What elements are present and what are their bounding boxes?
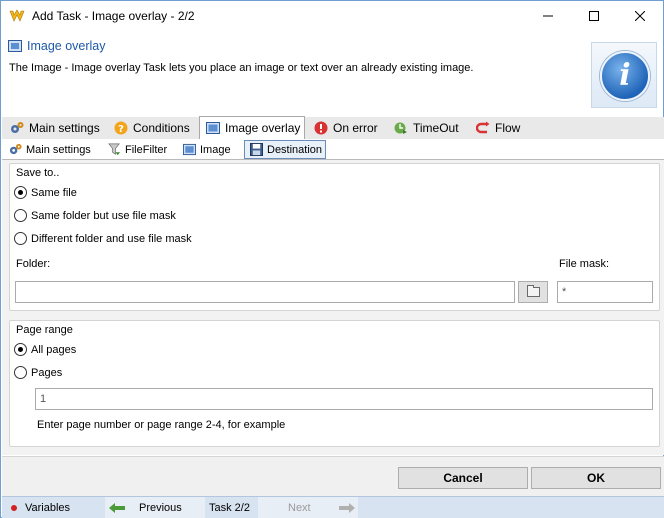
header-title: Image overlay	[27, 39, 106, 53]
radio-button[interactable]	[14, 186, 27, 199]
next-button[interactable]: Next	[258, 497, 358, 518]
image-icon	[206, 122, 220, 134]
minimize-button[interactable]	[525, 1, 571, 31]
tab-flow[interactable]: Flow	[470, 117, 530, 139]
cancel-button[interactable]: Cancel	[398, 467, 528, 489]
sub-tab-strip: Main settings FileFilter Image Destinati…	[2, 139, 664, 160]
disk-icon	[250, 143, 263, 156]
gears-icon	[9, 143, 22, 155]
radio-label: Same folder but use file mask	[31, 209, 176, 222]
radio-all-pages[interactable]: All pages	[14, 343, 76, 356]
radio-label: Same file	[31, 186, 77, 199]
close-button[interactable]	[617, 1, 663, 31]
subtab-destination[interactable]: Destination	[244, 140, 326, 159]
page-range-title: Page range	[16, 324, 73, 336]
radio-pages[interactable]: Pages	[14, 366, 62, 379]
save-to-title: Save to..	[16, 167, 60, 179]
folder-label: Folder:	[16, 258, 51, 270]
next-label: Next	[288, 501, 311, 514]
add-task-window: Add Task - Image overlay - 2/2 Image ove…	[0, 0, 664, 518]
svg-text:?: ?	[118, 124, 124, 135]
tab-label: Image overlay	[225, 121, 301, 135]
window-title: Add Task - Image overlay - 2/2	[32, 9, 195, 23]
app-logo-icon	[9, 9, 25, 22]
gears-icon	[11, 122, 24, 133]
variables-label: Variables	[25, 501, 71, 514]
pages-input[interactable]: 1	[35, 388, 653, 410]
folder-icon	[526, 285, 540, 297]
question-icon: ?	[114, 121, 128, 135]
tab-label: On error	[333, 121, 378, 135]
browse-folder-button[interactable]	[518, 281, 548, 303]
tab-main-settings[interactable]: Main settings	[4, 117, 106, 139]
filter-icon	[108, 143, 121, 156]
dialog-button-area: Cancel OK	[2, 456, 664, 496]
radio-different-folder-file-mask[interactable]: Different folder and use file mask	[14, 232, 192, 245]
error-icon	[314, 121, 328, 135]
radio-button[interactable]	[14, 366, 27, 379]
maximize-button[interactable]	[571, 1, 617, 31]
title-bar: Add Task - Image overlay - 2/2	[1, 1, 663, 31]
image-icon	[183, 143, 196, 156]
radio-label: All pages	[31, 343, 77, 356]
ok-button[interactable]: OK	[531, 467, 661, 489]
radio-label: Different folder and use file mask	[31, 232, 192, 245]
page-range-hint: Enter page number or page range 2-4, for…	[37, 419, 286, 431]
variables-button[interactable]: Variables	[11, 497, 70, 518]
tab-image-overlay[interactable]: Image overlay	[199, 116, 305, 139]
maximize-icon	[589, 11, 599, 21]
arrow-left-icon	[109, 502, 125, 513]
tab-label: Conditions	[133, 121, 190, 135]
info-icon: i	[600, 51, 650, 101]
tab-label: Flow	[495, 121, 521, 135]
radio-button[interactable]	[14, 232, 27, 245]
subtab-image[interactable]: Image	[178, 140, 240, 159]
image-overlay-icon	[8, 40, 22, 52]
tab-label: Main settings	[29, 121, 100, 135]
task-label: Task 2/2	[209, 501, 250, 514]
flow-icon	[476, 121, 490, 134]
subtab-main-settings[interactable]: Main settings	[4, 140, 98, 159]
file-mask-input[interactable]: *	[557, 281, 653, 303]
task-indicator: Task 2/2	[209, 497, 250, 518]
subtab-label: FileFilter	[125, 143, 168, 156]
tab-label: TimeOut	[413, 121, 459, 135]
tab-timeout[interactable]: TimeOut	[388, 117, 468, 139]
previous-button[interactable]: Previous	[105, 497, 205, 518]
status-bar: Variables Previous Task 2/2 Next	[2, 496, 664, 518]
subtab-filefilter[interactable]: FileFilter	[103, 140, 175, 159]
minimize-icon	[543, 15, 553, 17]
radio-label: Pages	[31, 366, 63, 379]
timeout-icon	[394, 122, 407, 134]
folder-input[interactable]	[15, 281, 515, 303]
subtab-label: Image	[200, 143, 231, 156]
page-range-group: Page range All pages Pages 1 Enter page …	[9, 320, 660, 447]
arrow-right-icon	[338, 502, 355, 513]
close-icon	[635, 11, 645, 21]
previous-label: Previous	[139, 501, 182, 514]
file-mask-label: File mask:	[559, 258, 610, 270]
variables-icon	[11, 504, 17, 511]
tab-on-error[interactable]: On error	[308, 117, 386, 139]
subtab-label: Main settings	[26, 143, 91, 156]
save-to-group: Save to.. Same file Same folder but use …	[9, 163, 660, 311]
radio-button[interactable]	[14, 343, 27, 356]
header-description: The Image - Image overlay Task lets you …	[9, 62, 474, 74]
info-badge: i	[591, 42, 657, 108]
radio-same-file[interactable]: Same file	[14, 186, 77, 199]
subtab-label: Destination	[267, 143, 323, 156]
tab-conditions[interactable]: ? Conditions	[108, 117, 196, 139]
radio-same-folder-file-mask[interactable]: Same folder but use file mask	[14, 209, 176, 222]
destination-panel: Save to.. Same file Same folder but use …	[2, 160, 664, 455]
main-tab-strip: Main settings ? Conditions Image overlay…	[2, 116, 664, 139]
radio-button[interactable]	[14, 209, 27, 222]
